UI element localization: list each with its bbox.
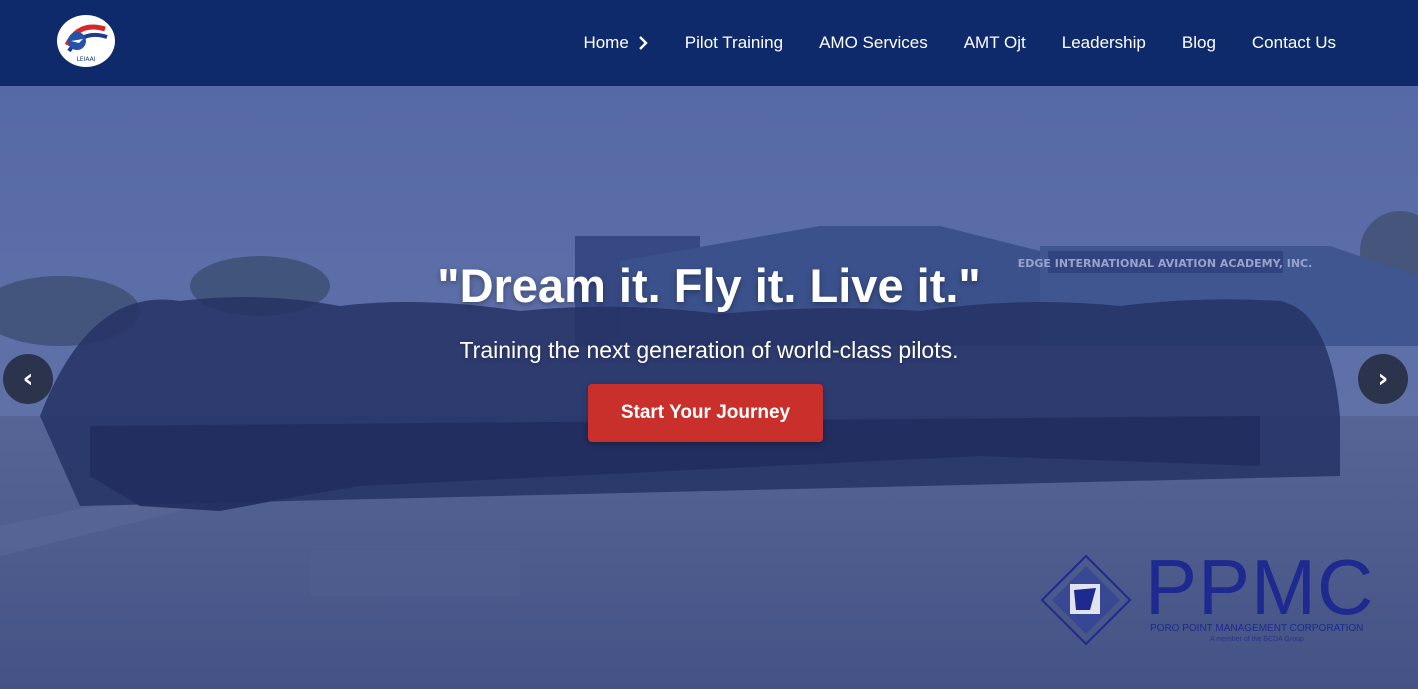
slider-next-button[interactable]: › — [1358, 354, 1408, 404]
nav-amt-ojt[interactable]: AMT Ojt — [964, 33, 1026, 53]
nav-blog[interactable]: Blog — [1182, 33, 1216, 53]
logo-text: LEIAAI — [76, 56, 95, 63]
chevron-right-icon — [638, 36, 648, 50]
nav-home[interactable]: Home — [583, 33, 648, 53]
start-journey-button[interactable]: Start Your Journey — [588, 384, 823, 442]
chevron-left-icon: ‹ — [22, 364, 34, 394]
ppmc-tagline: A member of the BCDA Group — [1210, 636, 1304, 643]
logo-emblem-icon: LEIAAI — [61, 16, 111, 66]
ppmc-title: PPMC — [1145, 543, 1375, 631]
chevron-right-icon: › — [1377, 364, 1389, 394]
main-nav: Home Pilot Training AMO Services AMT Ojt… — [547, 0, 1336, 86]
ppmc-watermark: PPMC PORO POINT MANAGEMENT CORPORATION A… — [1040, 548, 1380, 658]
nav-amo-services[interactable]: AMO Services — [819, 33, 928, 53]
nav-home-label: Home — [583, 33, 629, 52]
site-logo[interactable]: LEIAAI — [57, 15, 115, 67]
nav-leadership[interactable]: Leadership — [1062, 33, 1146, 53]
hero-subheadline: Training the next generation of world-cl… — [459, 337, 959, 363]
hero-slider: EDGE INTERNATIONAL AVIATION ACADEMY, INC… — [0, 86, 1418, 689]
ppmc-subtitle: PORO POINT MANAGEMENT CORPORATION — [1150, 623, 1364, 634]
hero-headline: "Dream it. Fly it. Live it." — [437, 259, 981, 312]
nav-pilot-training[interactable]: Pilot Training — [685, 33, 783, 53]
top-navbar: LEIAAI Home Pilot Training AMO Services … — [0, 0, 1418, 86]
slider-prev-button[interactable]: ‹ — [3, 354, 53, 404]
nav-contact-us[interactable]: Contact Us — [1252, 33, 1336, 53]
ppmc-emblem-icon — [1040, 554, 1132, 646]
